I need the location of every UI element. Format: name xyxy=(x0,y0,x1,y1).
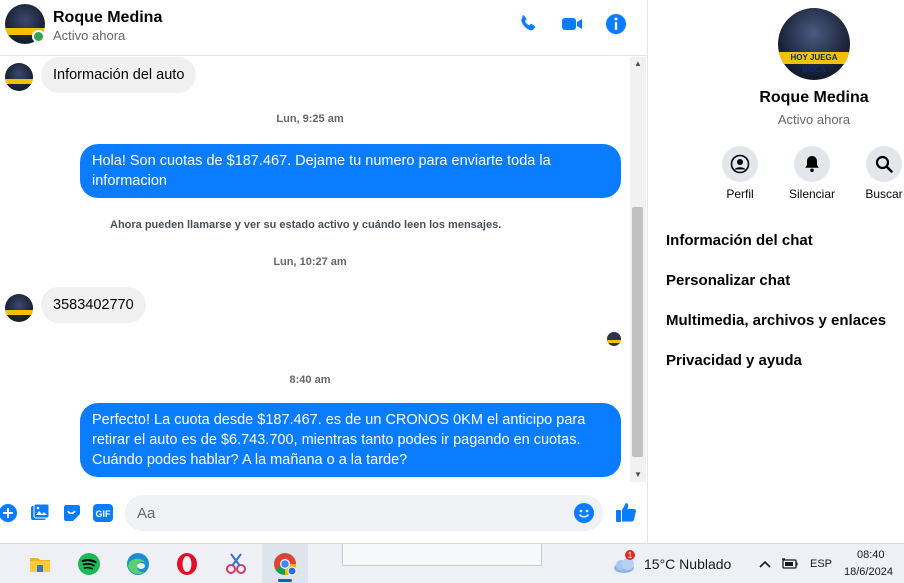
conversation-info-panel: HOY JUEGA BOCA Roque Medina Activo ahora… xyxy=(649,0,904,543)
chat-info-link[interactable]: Información del chat xyxy=(666,232,813,249)
mute-button[interactable]: Silenciar xyxy=(782,146,842,201)
scroll-up-icon[interactable]: ▲ xyxy=(630,57,646,71)
window-preview xyxy=(342,544,542,566)
outgoing-message[interactable]: Perfecto! La cuota desde $187.467. es de… xyxy=(80,403,621,477)
opera-icon[interactable] xyxy=(172,549,202,579)
contact-name[interactable]: Roque Medina xyxy=(53,9,162,27)
message-scrollbar[interactable]: ▲ ▼ xyxy=(630,57,646,482)
video-icon[interactable] xyxy=(560,12,584,36)
message-composer: GIF xyxy=(0,490,648,536)
contact-avatar xyxy=(5,294,33,322)
profile-button[interactable]: Perfil xyxy=(710,146,770,201)
weather-text[interactable]: 15°C Nublado xyxy=(644,556,731,572)
search-icon xyxy=(875,155,893,173)
language-indicator[interactable]: ESP xyxy=(810,558,832,570)
chat-header: Roque Medina Activo ahora xyxy=(0,0,648,56)
chat-pane: Roque Medina Activo ahora Información de… xyxy=(0,0,648,543)
online-status-dot xyxy=(32,30,45,43)
search-button[interactable]: Buscar xyxy=(854,146,904,201)
bell-icon xyxy=(805,156,819,173)
profile-name: Roque Medina xyxy=(759,89,869,106)
message-list[interactable]: Información del auto Lun, 9:25 am Hola! … xyxy=(0,57,630,482)
contact-status: Activo ahora xyxy=(53,28,126,43)
sticker-icon[interactable] xyxy=(62,503,82,523)
message-timestamp: Lun, 10:27 am xyxy=(273,256,347,268)
edge-icon[interactable] xyxy=(123,549,153,579)
clock-date[interactable]: 18/6/2024 xyxy=(844,566,893,578)
message-timestamp: Lun, 9:25 am xyxy=(276,113,344,125)
scroll-thumb[interactable] xyxy=(632,207,643,457)
avatar-logo-text: HOY JUEGA BOCA xyxy=(790,53,838,74)
profile-label: Perfil xyxy=(726,187,754,201)
incoming-message[interactable]: 3583402770 xyxy=(41,287,146,323)
system-note: Ahora pueden llamarse y ver su estado ac… xyxy=(110,219,502,231)
file-explorer-icon[interactable] xyxy=(25,549,55,579)
message-input-box[interactable] xyxy=(125,495,603,531)
read-receipt-avatar xyxy=(607,332,621,346)
info-icon[interactable] xyxy=(604,12,628,36)
customize-chat-link[interactable]: Personalizar chat xyxy=(666,272,790,289)
thumbs-up-icon[interactable] xyxy=(615,501,637,523)
outgoing-message[interactable]: Hola! Son cuotas de $187.467. Dejame tu … xyxy=(80,144,621,198)
contact-avatar xyxy=(5,63,33,91)
profile-icon xyxy=(730,154,750,174)
chevron-up-icon[interactable] xyxy=(757,556,773,572)
battery-icon[interactable] xyxy=(781,556,799,572)
privacy-help-link[interactable]: Privacidad y ayuda xyxy=(666,352,802,369)
incoming-message[interactable]: Información del auto xyxy=(41,57,197,93)
search-label: Buscar xyxy=(865,187,903,201)
weather-icon[interactable]: 1 xyxy=(609,549,639,579)
clock-time[interactable]: 08:40 xyxy=(857,549,885,561)
snipping-tool-icon[interactable] xyxy=(221,549,251,579)
gif-icon[interactable]: GIF xyxy=(93,503,113,523)
chrome-icon[interactable] xyxy=(270,549,300,579)
profile-picture[interactable]: HOY JUEGA BOCA xyxy=(778,8,850,80)
message-timestamp: 8:40 am xyxy=(289,374,331,386)
profile-status: Activo ahora xyxy=(777,112,851,127)
mute-label: Silenciar xyxy=(788,187,836,201)
emoji-icon[interactable] xyxy=(574,503,594,523)
weather-badge: 1 xyxy=(628,551,633,560)
spotify-icon[interactable] xyxy=(74,549,104,579)
scroll-down-icon[interactable]: ▼ xyxy=(630,468,646,482)
gif-label: GIF xyxy=(96,509,112,519)
message-input[interactable] xyxy=(137,503,557,523)
taskbar: 1 15°C Nublado ESP 08:40 18/6/2024 xyxy=(0,543,904,583)
plus-icon[interactable] xyxy=(0,503,20,523)
image-icon[interactable] xyxy=(30,503,50,523)
phone-icon[interactable] xyxy=(516,12,540,36)
media-files-links-link[interactable]: Multimedia, archivos y enlaces xyxy=(666,312,886,329)
